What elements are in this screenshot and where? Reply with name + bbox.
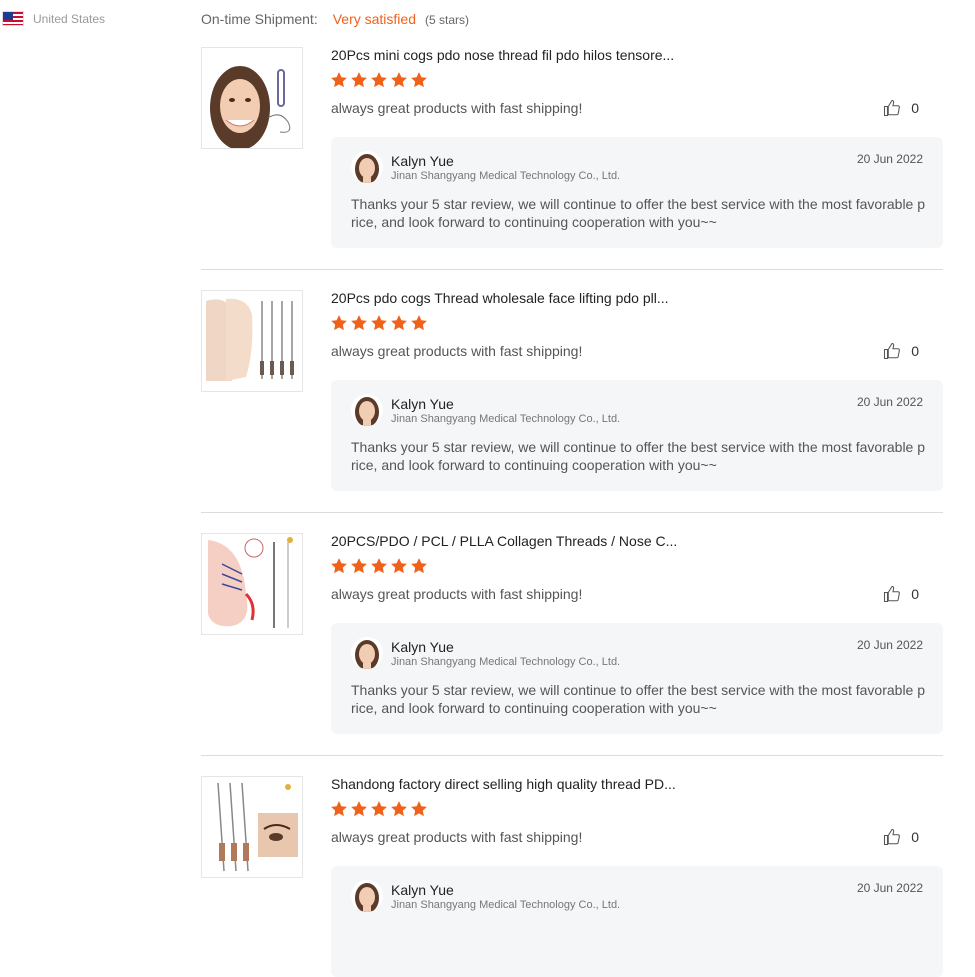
star-icon (331, 72, 347, 88)
star-icon (391, 558, 407, 574)
review-comment: always great products with fast shipping… (331, 829, 583, 845)
seller-company: Jinan Shangyang Medical Technology Co., … (391, 656, 621, 668)
seller-name: Kalyn Yue (391, 882, 454, 898)
reply-date: 20 Jun 2022 (856, 638, 923, 652)
star-icon (331, 558, 347, 574)
star-icon (391, 72, 407, 88)
us-flag-icon (2, 11, 24, 26)
star-icon (411, 315, 427, 331)
seller-reply: Kalyn Yue Jinan Shangyang Medical Techno… (331, 623, 943, 734)
star-rating (330, 71, 428, 89)
star-icon (371, 72, 387, 88)
seller-company: Jinan Shangyang Medical Technology Co., … (391, 899, 621, 911)
product-thumbnail[interactable] (201, 47, 303, 149)
reply-date: 20 Jun 2022 (856, 152, 923, 166)
product-title[interactable]: 20Pcs pdo cogs Thread wholesale face lif… (331, 290, 669, 306)
shipment-value: Very satisfied (332, 11, 416, 27)
like-count: 0 (911, 829, 919, 845)
like-count: 0 (911, 343, 919, 359)
review-comment: always great products with fast shipping… (331, 343, 583, 359)
thumbs-up-icon (884, 828, 901, 846)
seller-reply: Kalyn Yue Jinan Shangyang Medical Techno… (331, 866, 943, 977)
star-rating (330, 557, 428, 575)
seller-name: Kalyn Yue (391, 639, 454, 655)
star-icon (331, 801, 347, 817)
star-icon (411, 72, 427, 88)
thumbs-up-icon (884, 342, 901, 360)
seller-name: Kalyn Yue (391, 153, 454, 169)
like-button[interactable]: 0 (883, 828, 919, 846)
reply-date: 20 Jun 2022 (856, 395, 923, 409)
star-icon (331, 315, 347, 331)
star-icon (371, 801, 387, 817)
product-thumbnail[interactable] (201, 533, 303, 635)
like-button[interactable]: 0 (883, 99, 919, 117)
like-count: 0 (911, 586, 919, 602)
reply-text: Thanks your 5 star review, we will conti… (351, 439, 926, 473)
star-icon (391, 315, 407, 331)
seller-reply: Kalyn Yue Jinan Shangyang Medical Techno… (331, 137, 943, 248)
reply-text: Thanks your 5 star review, we will conti… (351, 196, 926, 230)
seller-company: Jinan Shangyang Medical Technology Co., … (391, 170, 621, 182)
reviewer-country: United States (2, 11, 105, 26)
divider (201, 269, 943, 270)
star-icon (351, 72, 367, 88)
thumbs-up-icon (884, 99, 901, 117)
star-icon (371, 558, 387, 574)
product-thumbnail[interactable] (201, 290, 303, 392)
star-icon (371, 315, 387, 331)
thumbs-up-icon (884, 585, 901, 603)
star-icon (411, 558, 427, 574)
like-button[interactable]: 0 (883, 342, 919, 360)
product-title[interactable]: 20PCS/PDO / PCL / PLLA Collagen Threads … (331, 533, 677, 549)
divider (201, 512, 943, 513)
clipped-row (0, 0, 975, 5)
reply-text: Thanks your 5 star review, we will conti… (351, 682, 926, 716)
review-comment: always great products with fast shipping… (331, 100, 583, 116)
product-thumbnail[interactable] (201, 776, 303, 878)
seller-avatar (351, 637, 383, 669)
seller-company: Jinan Shangyang Medical Technology Co., … (391, 413, 621, 425)
country-label: United States (33, 11, 106, 26)
reply-date: 20 Jun 2022 (856, 881, 923, 895)
star-icon (351, 801, 367, 817)
shipment-label: On-time Shipment: (201, 11, 318, 27)
shipment-stars: (5 stars) (424, 13, 469, 27)
star-icon (411, 801, 427, 817)
star-rating (330, 314, 428, 332)
seller-name: Kalyn Yue (391, 396, 454, 412)
seller-avatar (351, 394, 383, 426)
star-icon (351, 315, 367, 331)
shipment-rating: On-time Shipment: Very satisfied (5 star… (201, 11, 469, 27)
divider (201, 755, 943, 756)
like-button[interactable]: 0 (883, 585, 919, 603)
review-comment: always great products with fast shipping… (331, 586, 583, 602)
star-icon (391, 801, 407, 817)
like-count: 0 (911, 100, 919, 116)
seller-avatar (351, 151, 383, 183)
product-title[interactable]: Shandong factory direct selling high qua… (331, 776, 676, 792)
star-rating (330, 800, 428, 818)
product-title[interactable]: 20Pcs mini cogs pdo nose thread fil pdo … (331, 47, 674, 63)
seller-reply: Kalyn Yue Jinan Shangyang Medical Techno… (331, 380, 943, 491)
star-icon (351, 558, 367, 574)
seller-avatar (351, 880, 383, 912)
